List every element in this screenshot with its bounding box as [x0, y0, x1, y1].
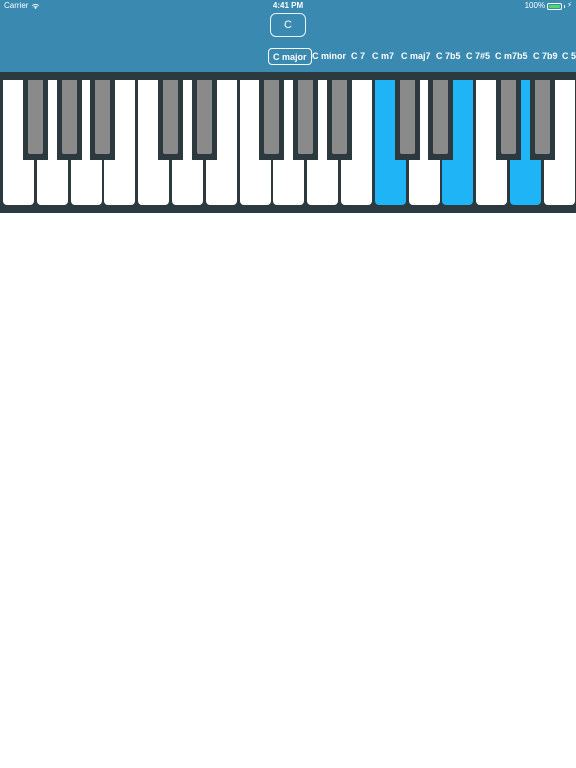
- chord-type-list: C major C minor C 7 C m7 C maj7 C 7b5 C …: [0, 48, 576, 65]
- black-key[interactable]: [496, 80, 521, 160]
- chord-option[interactable]: C 7#5: [466, 48, 490, 65]
- black-key[interactable]: [22, 80, 48, 160]
- black-key-face: [534, 80, 550, 154]
- black-key[interactable]: [259, 80, 285, 160]
- black-key[interactable]: [428, 80, 454, 160]
- black-key-face: [332, 80, 347, 154]
- black-key[interactable]: [529, 80, 555, 160]
- black-key[interactable]: [158, 80, 183, 160]
- status-time: 4:41 PM: [272, 1, 304, 10]
- black-key[interactable]: [56, 80, 82, 160]
- black-key-face: [399, 80, 415, 154]
- battery-level-fill: [549, 4, 561, 8]
- black-key-face: [298, 80, 314, 154]
- battery-icon: [547, 2, 563, 10]
- chord-option[interactable]: C 7: [351, 48, 365, 65]
- piano-keyboard: [0, 72, 576, 213]
- black-key-face: [61, 80, 77, 154]
- chord-option[interactable]: C major: [268, 48, 312, 65]
- black-key-face: [95, 80, 111, 154]
- black-key-face: [433, 80, 449, 154]
- black-key[interactable]: [394, 80, 420, 160]
- top-bar: Carrier 4:41 PM 100% ⚡ C C major C minor…: [0, 0, 576, 72]
- black-key-face: [27, 80, 43, 154]
- black-key[interactable]: [293, 80, 319, 160]
- chord-option[interactable]: C m7b5: [495, 48, 528, 65]
- black-key-face: [501, 80, 516, 154]
- battery-tip: [564, 4, 566, 8]
- black-key-face: [264, 80, 280, 154]
- chord-option[interactable]: C 7b9: [533, 48, 558, 65]
- chord-option[interactable]: C m7: [372, 48, 394, 65]
- key-selector-button[interactable]: C: [270, 13, 306, 37]
- chord-option[interactable]: C 5: [562, 48, 576, 65]
- black-key[interactable]: [191, 80, 217, 160]
- battery-group: 100% ⚡: [525, 0, 572, 12]
- chord-option[interactable]: C 7b5: [436, 48, 461, 65]
- black-key[interactable]: [327, 80, 352, 160]
- battery-percentage: 100%: [524, 1, 546, 10]
- black-key-face: [196, 80, 212, 154]
- black-key-face: [163, 80, 178, 154]
- chord-option[interactable]: C maj7: [401, 48, 431, 65]
- black-key[interactable]: [90, 80, 116, 160]
- chord-option[interactable]: C minor: [312, 48, 346, 65]
- status-bar: Carrier 4:41 PM 100% ⚡: [0, 0, 576, 12]
- charging-bolt-icon: ⚡: [567, 2, 572, 9]
